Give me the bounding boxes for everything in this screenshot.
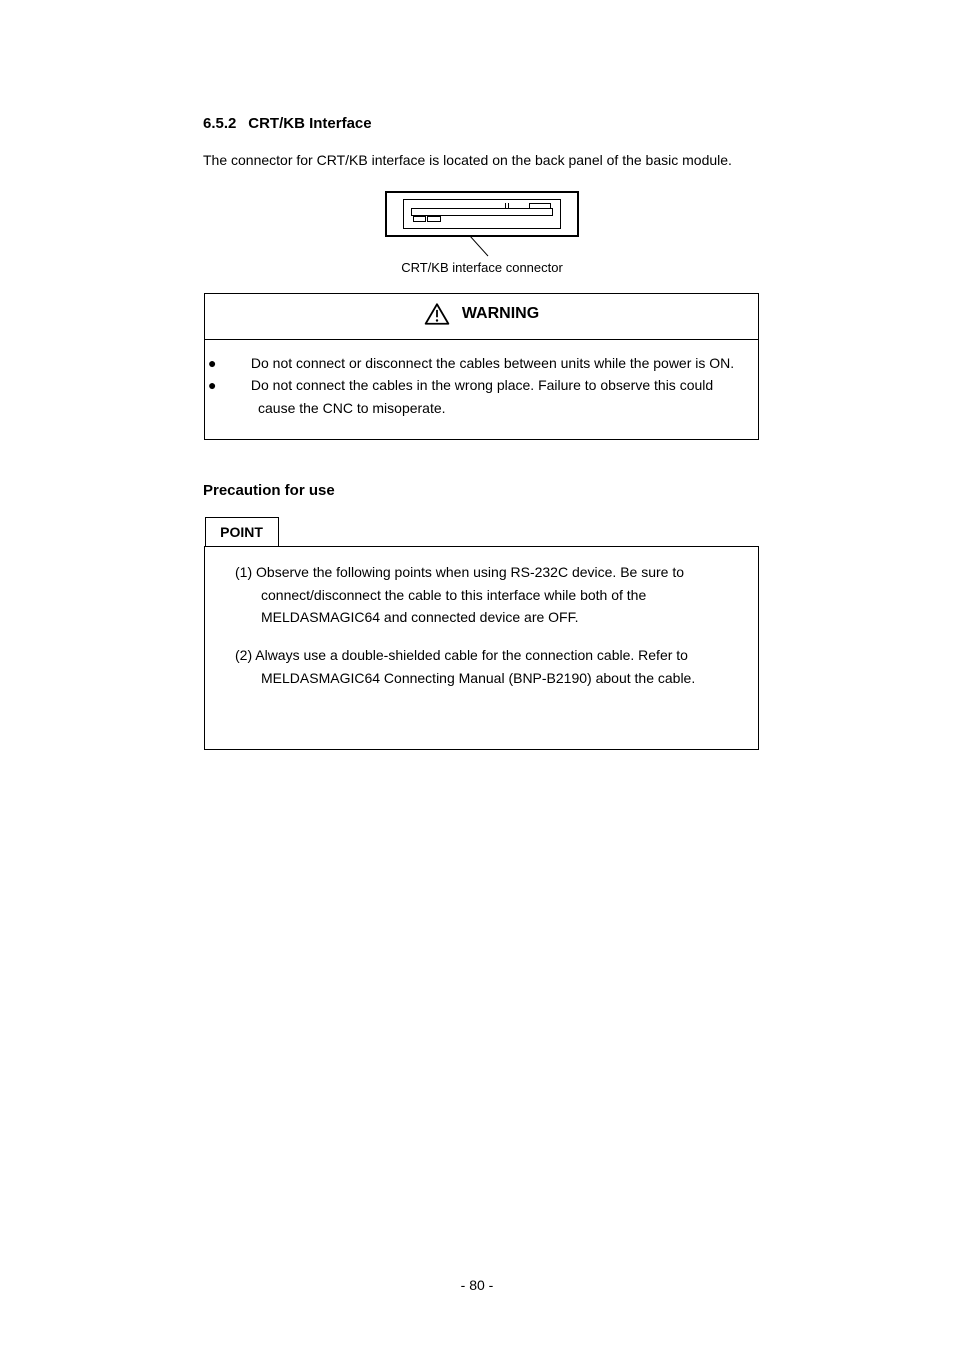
figure-crt-kb-connector: CRT/KB interface connector [110,191,854,275]
warning-text-1: Do not connect or disconnect the cables … [251,355,734,371]
precaution-title: Precaution for use [203,482,335,499]
point-text-2: Always use a double-shielded cable for t… [255,647,695,685]
warning-heading-text: WARNING [462,305,539,323]
page-footer: - 80 - [0,1277,954,1293]
precaution-header: Precaution for use [203,482,854,499]
warning-bullet-1: ● [233,352,247,374]
warning-header: WARNING [205,294,759,340]
warning-box: WARNING ● Do not connect or disconnect t… [204,293,759,440]
point-bullet-2: (2) [235,647,252,663]
section-title: CRT/KB Interface [248,115,371,132]
warning-text-2: Do not connect the cables in the wrong p… [251,377,713,415]
figure-caption: CRT/KB interface connector [401,260,563,275]
point-text-1: Observe the following points when using … [256,564,684,625]
point-body: (1) Observe the following points when us… [205,547,759,750]
point-box: POINT (1) Observe the following points w… [204,517,759,750]
section-number: 6.5.2 [203,115,236,132]
warning-body: ● Do not connect or disconnect the cable… [205,340,759,440]
warning-bullet-2: ● [233,374,247,396]
point-bullet-1: (1) [235,564,252,580]
figure-pointer-line [468,236,496,258]
warning-icon [424,302,450,326]
point-tab-label: POINT [205,517,279,546]
connector-drawing [385,191,579,237]
section-header: 6.5.2 CRT/KB Interface [203,115,854,132]
intro-text: The connector for CRT/KB interface is lo… [203,150,854,171]
